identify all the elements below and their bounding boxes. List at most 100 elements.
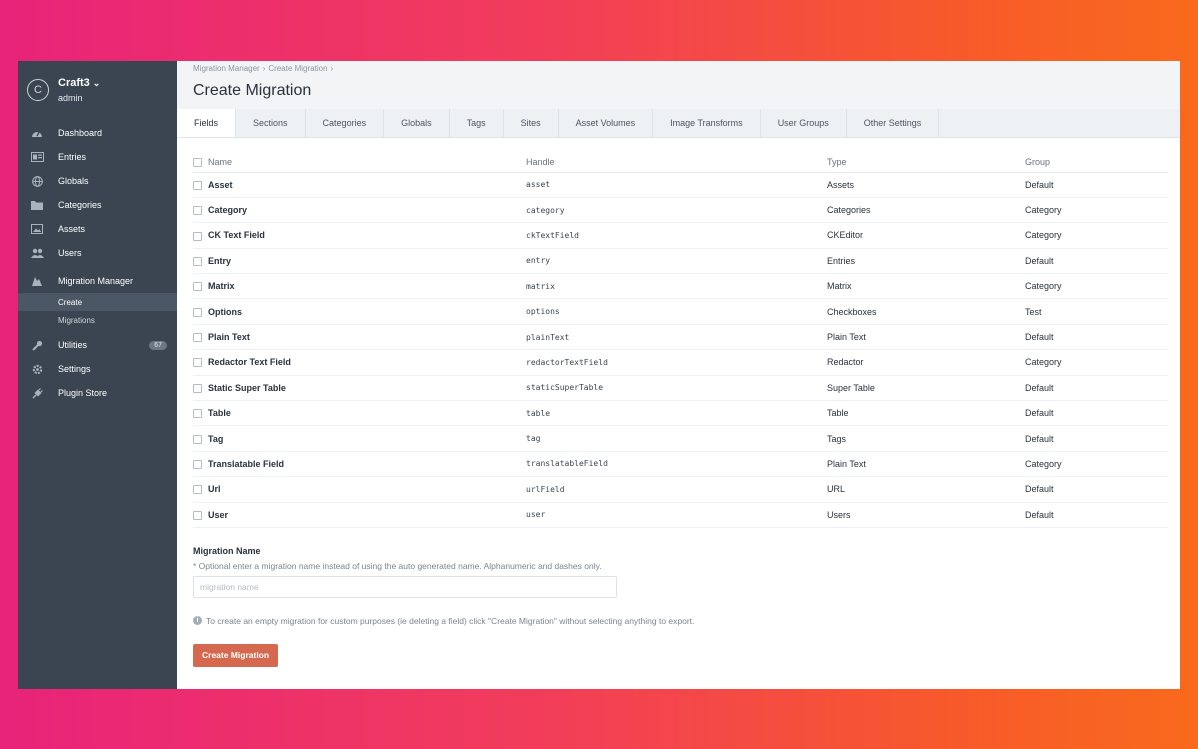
- site-logo: C: [27, 79, 49, 101]
- tab-image-transforms[interactable]: Image Transforms: [653, 109, 761, 137]
- sidebar-item-assets[interactable]: Assets: [18, 217, 177, 241]
- row-checkbox[interactable]: [193, 383, 202, 393]
- sidebar-item-globals[interactable]: Globals: [18, 169, 177, 193]
- field-name: Redactor Text Field: [208, 357, 291, 368]
- page-title: Create Migration: [193, 82, 312, 99]
- field-handle: entry: [526, 248, 827, 275]
- field-handle: tag: [526, 425, 827, 452]
- gauge-icon: [30, 126, 44, 140]
- tab-categories[interactable]: Categories: [306, 109, 385, 137]
- sidebar-item-utilities[interactable]: Utilities 67: [18, 333, 177, 357]
- sidebar-item-dashboard[interactable]: Dashboard: [18, 121, 177, 145]
- field-type: Tags: [827, 425, 1025, 452]
- table-row[interactable]: Entry entry Entries Default: [193, 248, 1168, 275]
- row-checkbox[interactable]: [193, 510, 202, 520]
- migration-icon: [30, 274, 44, 288]
- table-row[interactable]: CK Text Field ckTextField CKEditor Category: [193, 222, 1168, 249]
- tab-sections[interactable]: Sections: [236, 109, 306, 137]
- migration-name-input[interactable]: [193, 575, 617, 598]
- newspaper-icon: [30, 150, 44, 164]
- table-body: Asset asset Assets Default Category category C…: [193, 172, 1168, 528]
- page-header: Migration Manager › Create Migration › Crea…: [177, 61, 1180, 109]
- breadcrumb-migration-manager[interactable]: Migration Manager: [193, 64, 260, 73]
- cell-name: Translatable Field: [193, 451, 526, 478]
- tab-user-groups[interactable]: User Groups: [761, 109, 847, 137]
- field-handle: category: [526, 197, 827, 224]
- table-row[interactable]: Matrix matrix Matrix Category: [193, 273, 1168, 300]
- row-checkbox[interactable]: [193, 409, 202, 419]
- table-row[interactable]: Asset asset Assets Default: [193, 172, 1168, 198]
- sidebar-item-categories[interactable]: Categories: [18, 193, 177, 217]
- field-type: Assets: [827, 172, 1025, 198]
- tab-tags[interactable]: Tags: [450, 109, 504, 137]
- field-group: Test: [1025, 298, 1168, 325]
- table-row[interactable]: User user Users Default: [193, 502, 1168, 528]
- migration-form: Migration Name * Optional enter a migrat…: [193, 528, 1170, 667]
- row-checkbox[interactable]: [193, 434, 202, 444]
- select-all-checkbox[interactable]: [193, 157, 202, 167]
- cell-name: Redactor Text Field: [193, 349, 526, 376]
- table-row[interactable]: Options options Checkboxes Test: [193, 298, 1168, 325]
- row-checkbox[interactable]: [193, 460, 202, 470]
- table-row[interactable]: Translatable Field translatableField Plain…: [193, 451, 1168, 478]
- cell-name: Url: [193, 476, 526, 503]
- row-checkbox[interactable]: [193, 333, 202, 343]
- sidebar-item-label: Plugin Store: [58, 388, 108, 398]
- globe-icon: [30, 174, 44, 188]
- table-row[interactable]: Static Super Table staticSuperTable Super …: [193, 375, 1168, 402]
- field-name: User: [208, 509, 229, 520]
- tab-content: Name Handle Type Group Asset asset Assets D…: [177, 138, 1180, 667]
- field-type: URL: [827, 476, 1025, 503]
- site-name[interactable]: Craft3 ⌄: [58, 77, 100, 89]
- tab-globals[interactable]: Globals: [384, 109, 450, 137]
- field-handle: staticSuperTable: [526, 375, 827, 402]
- cell-name: Matrix: [193, 273, 526, 300]
- sidebar-item-label: Utilities: [58, 340, 88, 350]
- row-checkbox[interactable]: [193, 206, 202, 216]
- sidebar-item-entries[interactable]: Entries: [18, 145, 177, 169]
- create-migration-button[interactable]: Create Migration: [193, 643, 279, 667]
- breadcrumb: Migration Manager › Create Migration ›: [193, 64, 1180, 73]
- site-user: admin: [58, 93, 83, 103]
- chevron-down-icon: ⌄: [92, 77, 101, 88]
- tab-sites[interactable]: Sites: [504, 109, 559, 137]
- table-row[interactable]: Category category Categories Category: [193, 197, 1168, 224]
- tab-other-settings[interactable]: Other Settings: [847, 109, 940, 137]
- sidebar-item-users[interactable]: Users: [18, 241, 177, 265]
- column-header-group: Group: [1025, 152, 1168, 173]
- subnav-item-create[interactable]: Create: [18, 293, 177, 311]
- row-checkbox[interactable]: [193, 485, 202, 495]
- tab-fields[interactable]: Fields: [177, 109, 237, 137]
- row-checkbox[interactable]: [193, 307, 202, 317]
- utilities-badge: 67: [149, 340, 167, 350]
- site-header[interactable]: C Craft3 ⌄ admin: [18, 61, 177, 109]
- field-type: Checkboxes: [827, 298, 1025, 325]
- row-checkbox[interactable]: [193, 256, 202, 266]
- folder-icon: [30, 198, 44, 212]
- info-icon: i: [193, 616, 202, 626]
- table-row[interactable]: Redactor Text Field redactorTextField Reda…: [193, 349, 1168, 376]
- row-checkbox[interactable]: [193, 282, 202, 292]
- sidebar-item-label: Categories: [58, 200, 102, 210]
- table-row[interactable]: Url urlField URL Default: [193, 476, 1168, 503]
- row-checkbox[interactable]: [193, 358, 202, 368]
- table-row[interactable]: Tag tag Tags Default: [193, 425, 1168, 452]
- field-handle: table: [526, 400, 827, 427]
- subnav-item-migrations[interactable]: Migrations: [18, 311, 177, 329]
- gear-icon: [30, 362, 44, 376]
- breadcrumb-create-migration[interactable]: Create Migration: [268, 64, 327, 73]
- field-name: Matrix: [208, 281, 235, 292]
- field-name: CK Text Field: [208, 230, 265, 241]
- tab-asset-volumes[interactable]: Asset Volumes: [559, 109, 654, 137]
- breadcrumb-separator: ›: [330, 64, 334, 73]
- table-row[interactable]: Plain Text plainText Plain Text Default: [193, 324, 1168, 351]
- field-type: Matrix: [827, 273, 1025, 300]
- migration-name-instructions: * Optional enter a migration name instea…: [193, 560, 602, 571]
- sidebar-item-plugin-store[interactable]: Plugin Store: [18, 381, 177, 405]
- row-checkbox[interactable]: [193, 231, 202, 241]
- field-name: Category: [208, 205, 248, 216]
- sidebar-item-migration-manager[interactable]: Migration Manager: [18, 269, 177, 293]
- row-checkbox[interactable]: [193, 180, 202, 190]
- sidebar-item-settings[interactable]: Settings: [18, 357, 177, 381]
- table-row[interactable]: Table table Table Default: [193, 400, 1168, 427]
